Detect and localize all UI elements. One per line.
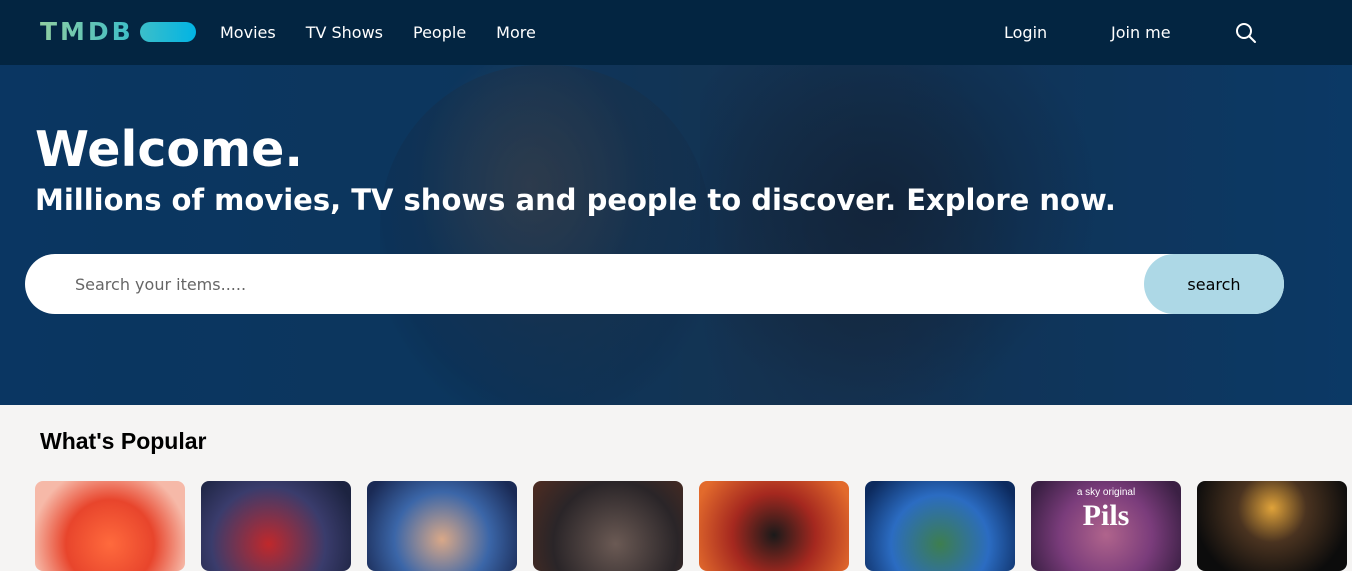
logo-pill-shape (139, 22, 196, 42)
movie-poster[interactable] (865, 481, 1015, 571)
join-link[interactable]: Join me (1111, 23, 1171, 42)
hero-search-bar: search (25, 254, 1284, 314)
login-link[interactable]: Login (1004, 23, 1047, 42)
top-navigation-bar: TMDB Movies TV Shows People More Login J… (0, 0, 1352, 65)
hero-title: Welcome. (35, 121, 303, 178)
login-link-wrap: Login (1004, 0, 1047, 65)
hero-banner: Welcome. Millions of movies, TV shows an… (0, 65, 1352, 405)
movie-poster[interactable] (201, 481, 351, 571)
movie-poster[interactable] (367, 481, 517, 571)
nav-people[interactable]: People (413, 23, 466, 42)
movie-poster[interactable] (699, 481, 849, 571)
movie-poster[interactable] (35, 481, 185, 571)
nav-tv-shows[interactable]: TV Shows (306, 23, 383, 42)
popular-poster-row: a sky original Pils (35, 481, 1352, 571)
nav-movies[interactable]: Movies (220, 23, 276, 42)
search-icon[interactable] (1234, 21, 1258, 45)
movie-poster[interactable] (1197, 481, 1347, 571)
poster-caption: a sky original (1076, 487, 1136, 498)
poster-logo: Pils (1082, 499, 1130, 532)
tmdb-logo[interactable]: TMDB (40, 17, 196, 47)
main-nav: Movies TV Shows People More (220, 0, 566, 65)
search-button[interactable]: search (1144, 254, 1284, 314)
join-link-wrap: Join me (1111, 0, 1171, 65)
movie-poster[interactable]: a sky original Pils (1031, 481, 1181, 571)
hero-subtitle: Millions of movies, TV shows and people … (35, 183, 1116, 217)
movie-poster[interactable] (533, 481, 683, 571)
search-input[interactable] (75, 254, 1135, 314)
logo-text: TMDB (40, 17, 134, 46)
nav-more[interactable]: More (496, 23, 536, 42)
hero-overlay (0, 65, 1352, 405)
section-title-whats-popular: What's Popular (40, 428, 207, 454)
